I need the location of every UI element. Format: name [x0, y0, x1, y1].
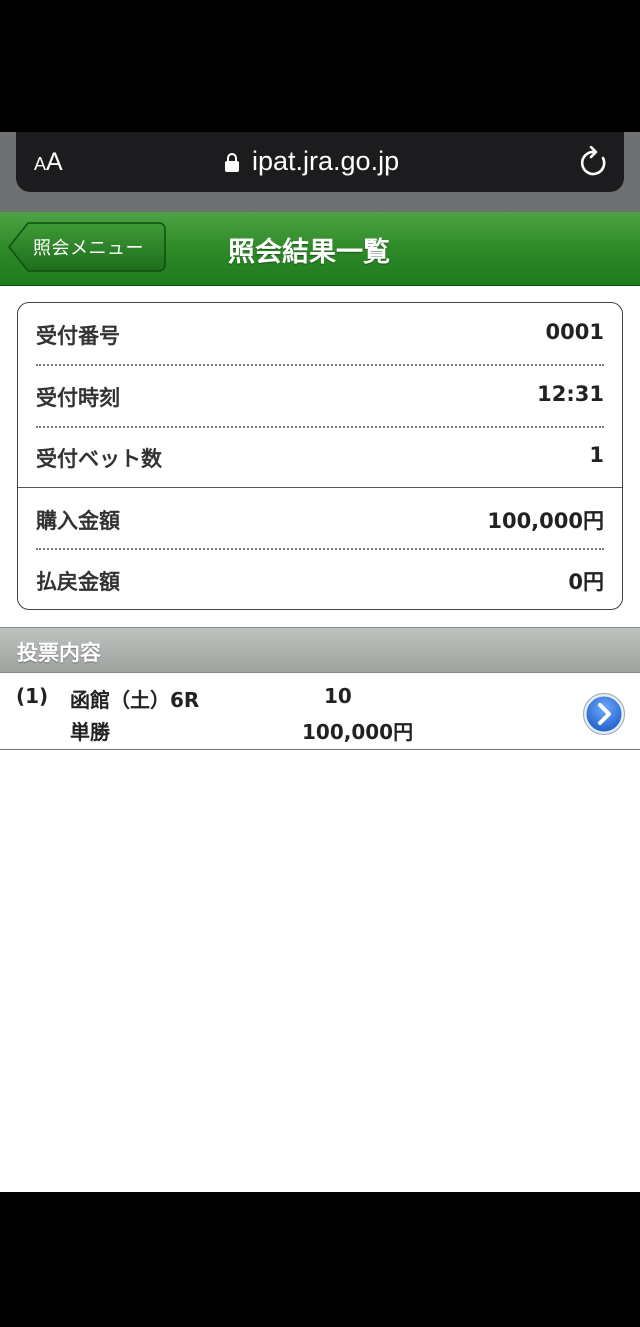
reload-icon[interactable]: [579, 146, 609, 178]
info-value: 1: [589, 443, 604, 467]
chevron-right-icon[interactable]: [583, 693, 625, 735]
info-value: 0001: [545, 320, 604, 344]
info-value: 12:31: [537, 382, 604, 406]
top-black-area: [0, 0, 640, 132]
text-size-small-label: A: [34, 154, 47, 174]
info-row-bet-count: 受付ベット数 1: [36, 443, 604, 503]
info-row-purchase-amount: 購入金額 100,000円: [36, 505, 604, 565]
text-size-button[interactable]: AA: [34, 148, 63, 177]
dotted-divider: [36, 426, 604, 428]
info-value: 100,000円: [487, 509, 604, 533]
dotted-divider: [36, 364, 604, 366]
info-label: 受付時刻: [36, 386, 120, 410]
info-row-reception-number: 受付番号 0001: [36, 320, 604, 380]
url-text[interactable]: ipat.jra.go.jp: [252, 146, 399, 177]
bet-amount: 100,000円: [302, 720, 414, 744]
page-title: 照会結果一覧: [228, 237, 390, 268]
lock-icon: [225, 153, 239, 172]
info-value: 0円: [568, 570, 604, 594]
dotted-divider: [36, 548, 604, 550]
solid-divider: [18, 487, 622, 488]
section-title: 投票内容: [17, 641, 101, 665]
bottom-black-area: [0, 1192, 640, 1327]
info-label: 購入金額: [36, 509, 120, 533]
info-row-reception-time: 受付時刻 12:31: [36, 382, 604, 442]
bet-race: 函館（土）6R: [70, 688, 200, 712]
text-size-big-label: A: [46, 148, 63, 176]
info-label: 払戻金額: [36, 570, 120, 594]
info-row-payout-amount: 払戻金額 0円: [36, 566, 604, 626]
bet-type: 単勝: [70, 720, 110, 744]
info-label: 受付ベット数: [36, 447, 162, 471]
info-label: 受付番号: [36, 324, 120, 348]
bet-index: (1): [16, 684, 49, 708]
bet-horse-number: 10: [324, 684, 352, 708]
back-button-label: 照会メニュー: [33, 238, 144, 259]
